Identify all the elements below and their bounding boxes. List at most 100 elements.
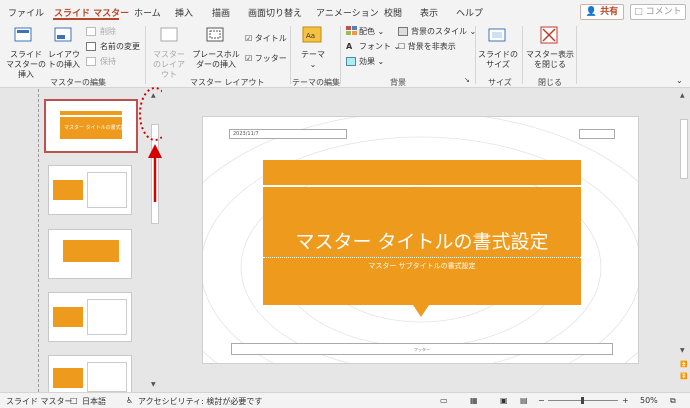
close-master-view-icon (540, 26, 558, 44)
group-label-edit-theme: テーマの編集 (292, 78, 340, 87)
slide-sorter-icon[interactable]: ▦ (470, 396, 478, 405)
rename-button[interactable]: 名前の変更 (100, 42, 140, 52)
tab-review[interactable]: 校閲 (384, 6, 402, 19)
tab-transitions[interactable]: 画面切り替え (248, 6, 302, 19)
thumb-content-placeholder (87, 172, 127, 208)
next-slide-icon[interactable]: ⏬ (680, 373, 687, 380)
scroll-down-arrow-icon[interactable]: ▼ (680, 347, 685, 354)
date-placeholder[interactable]: 2023/11/7 (229, 129, 347, 139)
fonts-label: フォント (359, 42, 391, 51)
insert-layout-label: レイアウトの挿入 (48, 50, 80, 69)
thumb-title: マスター タイトルの書式設定 (64, 125, 131, 131)
thumb-content-placeholder (87, 362, 127, 392)
master-layout-icon (160, 27, 178, 42)
insert-layout-button[interactable]: レイアウトの挿入 (46, 50, 82, 70)
status-accessibility[interactable]: アクセシビリティ: 検討が必要です (138, 396, 262, 407)
delete-button[interactable]: 削除 (100, 27, 116, 37)
zoom-level[interactable]: 50% (640, 396, 658, 405)
effects-button[interactable]: 効果 ⌄ (359, 57, 384, 67)
zoom-in-icon[interactable]: + (622, 396, 629, 405)
slide-size-button[interactable]: スライドのサイズ (478, 50, 518, 70)
background-styles-button[interactable]: 背景のスタイル ⌄ (411, 27, 476, 37)
footer-checkbox[interactable]: ☑ フッター (245, 54, 287, 64)
normal-view-icon[interactable]: ▭ (440, 396, 448, 405)
close-master-view-button[interactable]: マスター表示を閉じる (526, 50, 574, 70)
effects-label: 効果 (359, 57, 375, 66)
hide-background-checkbox[interactable]: ☐ 背景を非表示 (398, 42, 456, 52)
status-language[interactable]: 日本語 (82, 396, 106, 407)
master-slide[interactable]: 2023/11/7 マスター タイトルの書式設定 マスター サブタイトルの書式設… (202, 116, 639, 364)
ribbon: スライド マスターの挿入 レイアウトの挿入 削除 名前の変更 保持 マスターの編… (0, 22, 690, 88)
ribbon-separator (290, 26, 291, 84)
group-label-size: サイズ (488, 78, 512, 87)
date-text: 2023/11/7 (233, 131, 259, 137)
fonts-button[interactable]: フォント ⌄ (359, 42, 400, 52)
ribbon-separator (576, 26, 577, 84)
zoom-slider-thumb[interactable] (581, 397, 584, 404)
scroll-down-arrow-icon[interactable]: ▼ (151, 381, 156, 388)
themes-button[interactable]: テーマ ⌄ (300, 50, 326, 70)
delete-icon (86, 27, 96, 36)
master-layout-label: マスターのレイアウト (153, 50, 185, 79)
thumb-orange-block (53, 180, 83, 200)
scrollbar-thumb[interactable] (680, 119, 688, 179)
tab-draw[interactable]: 描画 (212, 6, 230, 19)
zoom-out-icon[interactable]: − (538, 396, 545, 405)
group-label-close: 閉じる (538, 78, 562, 87)
layout-thumbnail[interactable] (48, 292, 132, 342)
title-checkbox-label: タイトル (254, 34, 287, 43)
tab-help[interactable]: ヘルプ (456, 6, 483, 19)
ribbon-separator (145, 26, 146, 84)
slide-number-placeholder[interactable] (579, 129, 615, 139)
spellcheck-icon[interactable]: □ (70, 396, 78, 405)
ribbon-separator (522, 26, 523, 84)
master-layout-button[interactable]: マスターのレイアウト (150, 50, 188, 80)
previous-slide-icon[interactable]: ⏫ (680, 361, 687, 368)
fit-to-window-icon[interactable]: ⧉ (670, 396, 676, 406)
insert-layout-icon (54, 27, 72, 42)
tab-home[interactable]: ホーム (134, 6, 161, 19)
insert-placeholder-label: プレースホルダーの挿入 (192, 50, 240, 69)
title-checkbox[interactable]: ☑ タイトル (245, 34, 287, 44)
layout-thumbnail[interactable] (48, 165, 132, 215)
accessibility-icon: ♿ (126, 396, 134, 405)
annotation-arrow-head (148, 144, 162, 158)
ribbon-tab-bar: ファイル スライド マスター ホーム 挿入 描画 画面切り替え アニメーション … (0, 0, 690, 22)
slide-thumbnail-pane: マスター タイトルの書式設定 (0, 89, 148, 392)
preserve-button[interactable]: 保持 (100, 57, 116, 67)
tab-insert[interactable]: 挿入 (175, 6, 193, 19)
reading-view-icon[interactable]: ▣ (500, 396, 508, 405)
scroll-up-arrow-icon[interactable]: ▲ (680, 92, 685, 99)
share-button[interactable]: 👤 共有 (580, 4, 624, 20)
group-label-background: 背景 (390, 78, 406, 87)
insert-slide-master-button[interactable]: スライド マスターの挿入 (6, 50, 46, 80)
footer-placeholder[interactable]: フッター (231, 343, 613, 355)
layout-thumbnail[interactable] (48, 229, 132, 279)
thumb-orange-block (53, 307, 83, 327)
master-thumbnail[interactable]: マスター タイトルの書式設定 (44, 99, 138, 153)
thumb-orange-block (53, 368, 83, 388)
tab-view[interactable]: 表示 (420, 6, 438, 19)
background-dialog-launcher[interactable]: ↘ (464, 75, 470, 85)
tab-file[interactable]: ファイル (8, 6, 44, 19)
insert-placeholder-button[interactable]: プレースホルダーの挿入 (190, 50, 242, 70)
collapse-ribbon-icon[interactable]: ⌄ (676, 76, 683, 86)
thumb-content-placeholder (87, 299, 127, 335)
title-divider (263, 257, 581, 258)
comment-label: コメント (645, 7, 682, 17)
colors-button[interactable]: 配色 ⌄ (359, 27, 384, 37)
themes-label: テーマ (301, 50, 325, 59)
themes-icon: Aa (302, 26, 322, 43)
layout-thumbnail[interactable] (48, 355, 132, 392)
share-label: 共有 (600, 7, 619, 17)
insert-placeholder-icon (206, 27, 224, 42)
title-block[interactable]: マスター タイトルの書式設定 マスター サブタイトルの書式設定 (263, 187, 581, 305)
footer-checkbox-label: フッター (254, 54, 287, 63)
slideshow-icon[interactable]: ▤ (520, 396, 528, 405)
comment-button[interactable]: □ コメント (630, 4, 686, 20)
tab-animations[interactable]: アニメーション (316, 6, 379, 19)
canvas-scrollbar[interactable]: ▲ ▼ ⏫ ⏬ (678, 89, 690, 392)
status-bar: スライド マスター □ 日本語 ♿ アクセシビリティ: 検討が必要です ▭ ▦ … (0, 392, 690, 408)
slide-subtitle-text: マスター サブタイトルの書式設定 (368, 262, 476, 270)
background-styles-label: 背景のスタイル (411, 27, 467, 36)
